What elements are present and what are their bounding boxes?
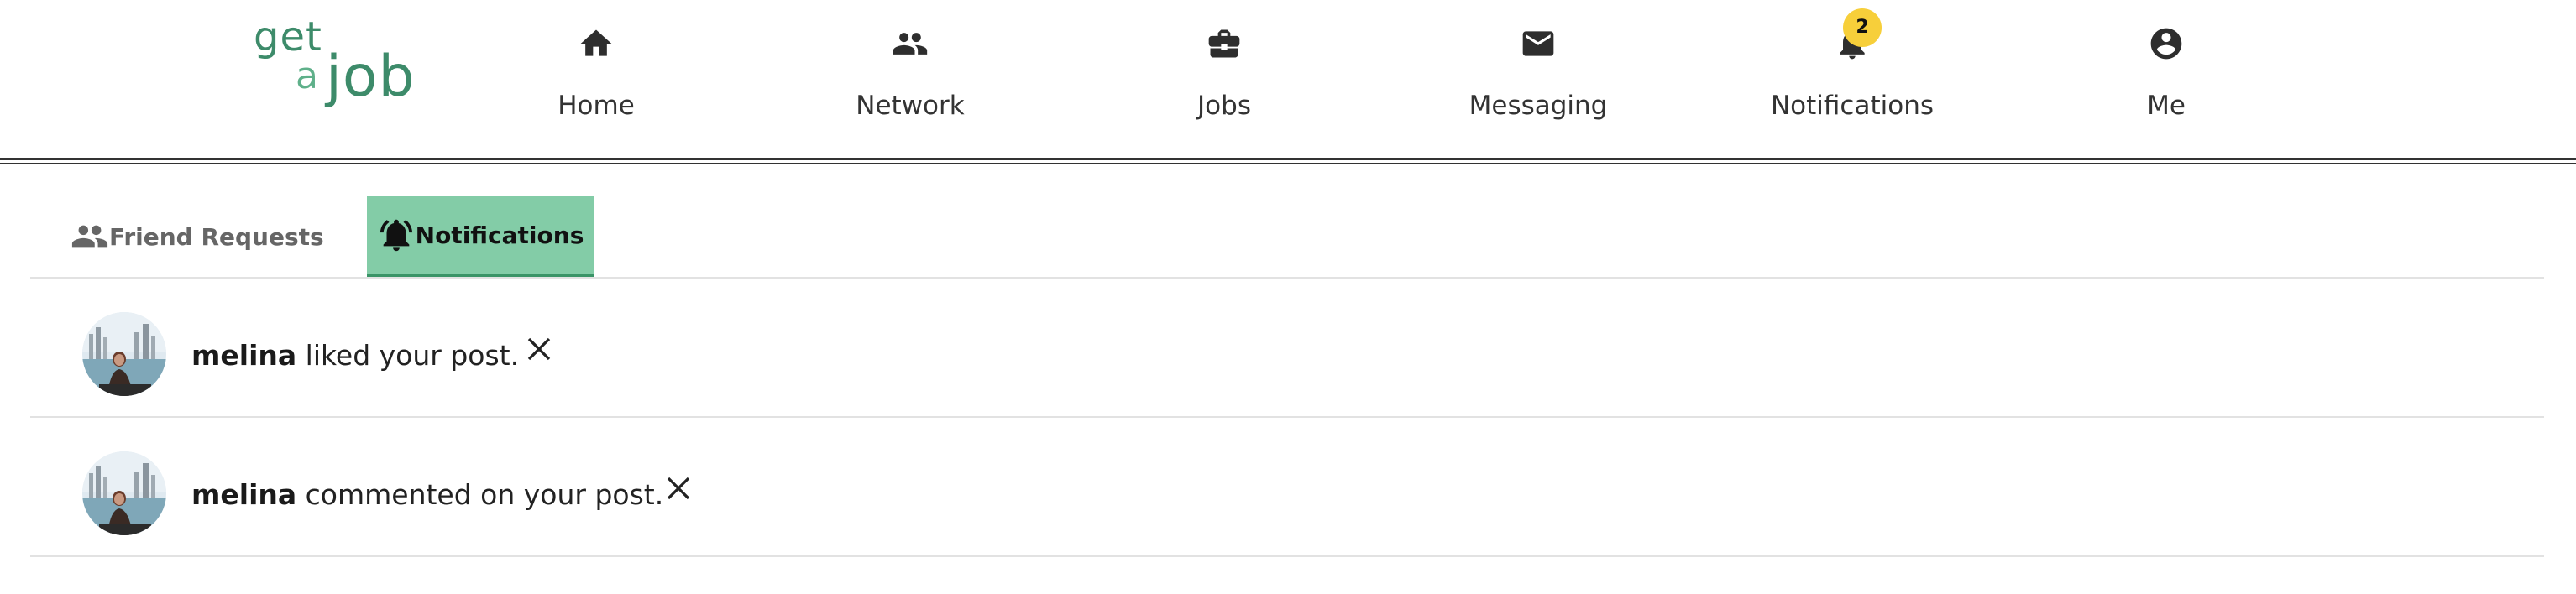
bell-ringing-icon [377,216,416,254]
nav-network-label: Network [856,91,965,121]
nav-jobs-label: Jobs [1197,91,1251,121]
dismiss-notification-button[interactable] [524,334,554,364]
tab-notifications[interactable]: Notifications [367,196,594,277]
nav-me[interactable]: Me [2066,25,2267,134]
avatar[interactable] [82,312,166,396]
nav-home[interactable]: Home [495,25,697,134]
top-navbar: get a job Home Network Jobs Messaging No… [0,0,2576,159]
logo-word-job: job [326,44,416,110]
nav-jobs[interactable]: Jobs [1123,25,1325,134]
close-icon [667,477,690,500]
tab-friend-requests[interactable]: Friend Requests [71,196,339,277]
nav-home-label: Home [558,91,635,121]
notification-message: liked your post. [296,339,520,372]
nav-me-label: Me [2147,91,2186,121]
account-circle-icon [2148,25,2185,62]
notification-text: melina commented on your post. [191,478,663,511]
home-icon [578,25,615,62]
notification-item: melina liked your post. [30,279,2544,418]
nav-network[interactable]: Network [809,25,1011,134]
briefcase-icon [1206,25,1243,62]
navbar-divider-secondary [0,163,2576,164]
logo[interactable]: get a job [254,15,421,109]
people-icon [892,25,929,62]
tab-notifications-label: Notifications [415,221,584,249]
navbar-divider [0,158,2576,160]
nav-notifications-label: Notifications [1770,91,1935,121]
notification-username[interactable]: melina [191,478,296,511]
close-icon [527,337,551,361]
logo-word-get: get [254,13,322,60]
notification-item: melina commented on your post. [30,418,2544,557]
tab-friend-requests-label: Friend Requests [109,222,324,251]
dismiss-notification-button[interactable] [663,473,694,503]
nav-messaging[interactable]: Messaging [1437,25,1639,134]
notification-username[interactable]: melina [191,339,296,372]
envelope-icon [1520,25,1557,62]
nav-messaging-label: Messaging [1469,91,1608,121]
avatar[interactable] [82,451,166,535]
logo-word-a: a [296,55,318,97]
people-icon [71,217,109,256]
notification-text: melina liked your post. [191,339,519,372]
notification-count-badge: 2 [1843,8,1882,47]
notification-message: commented on your post. [296,478,664,511]
